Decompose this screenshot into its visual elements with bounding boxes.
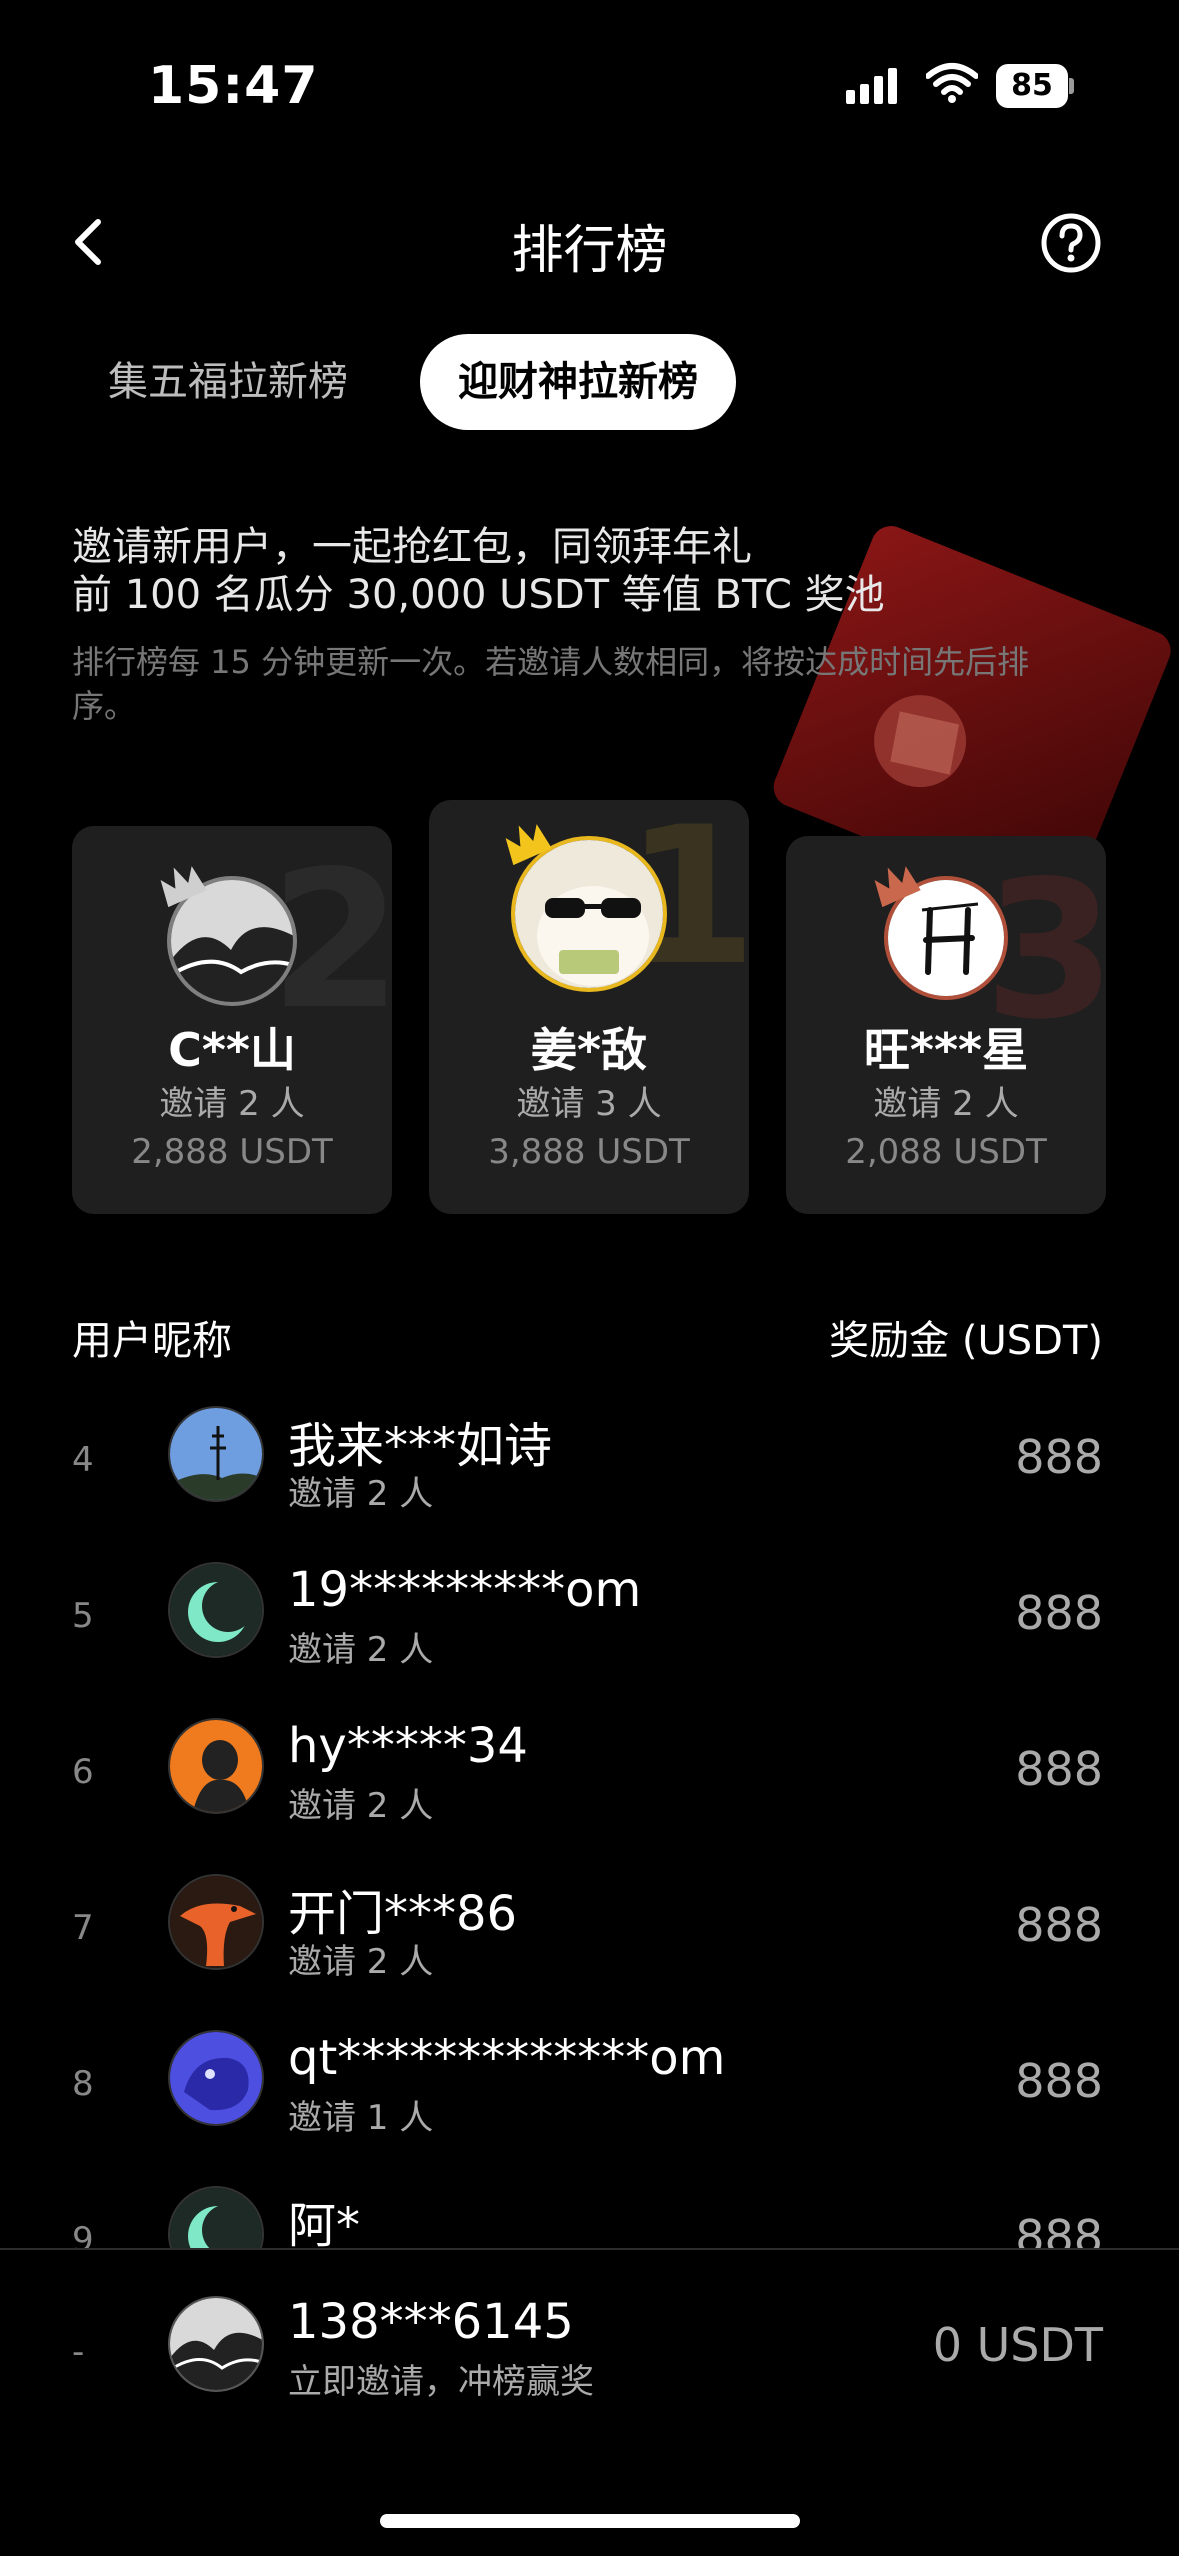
row-rank: 7 [72,1908,94,1948]
avatar [168,1718,264,1814]
status-bar: 15:47 85 [0,0,1179,160]
orange-figure-avatar-image [170,1720,262,1812]
row-name: 阿* [288,2198,361,2250]
crocodile-avatar-image [170,1876,262,1968]
tab-god-of-wealth[interactable]: 迎财神拉新榜 [420,334,736,430]
list-item: 6 hy*****34 邀请 2 人 888 [0,1696,1179,1852]
question-circle-icon[interactable] [1040,212,1102,274]
podium-card-rank-2: 2 C**山 邀请 2 人 2,888 USDT [72,826,392,1214]
row-invite-count: 邀请 2 人 [288,1474,434,1514]
row-invite-count: 邀请 2 人 [288,1786,434,1826]
row-name: 19*********om [288,1562,642,1618]
podium-invite-count: 邀请 2 人 [159,1084,305,1124]
ranking-list[interactable]: 4 我来***如诗 邀请 2 人 888 5 19*********om 邀请 … [0,1384,1179,2250]
tab-five-blessings[interactable]: 集五福拉新榜 [72,334,386,430]
battery-level: 85 [996,64,1068,108]
row-rank: 4 [72,1440,94,1480]
row-rank: 9 [72,2220,94,2250]
intro-line-2: 前 100 名瓜分 30,000 USDT 等值 BTC 奖池 [72,572,885,618]
status-time: 15:47 [148,56,319,116]
list-item: 7 开门***86 邀请 2 人 888 [0,1852,1179,2008]
list-item: 5 19*********om 邀请 2 人 888 [0,1540,1179,1696]
row-rank: 5 [72,1596,94,1636]
podium-card-rank-1: 1 姜*敌 邀请 3 人 3,888 USDT [429,800,749,1214]
crescent-avatar-image [170,1564,262,1656]
podium-reward: 3,888 USDT [488,1132,690,1172]
list-item: 4 我来***如诗 邀请 2 人 888 [0,1384,1179,1540]
row-name: qt*************om [288,2030,726,2086]
podium-reward: 2,088 USDT [845,1132,1047,1172]
row-amount: 888 [1015,1898,1103,1952]
column-header-reward: 奖励金 (USDT) [829,1318,1103,1364]
invite-prompt[interactable]: 立即邀请，冲榜赢奖 [288,2354,594,2403]
crescent-avatar-image [170,2188,262,2250]
row-name: hy*****34 [288,1718,528,1774]
row-amount: 888 [1015,1430,1103,1484]
podium-reward: 2,888 USDT [131,1132,333,1172]
list-item: 9 阿* 888 [0,2164,1179,2250]
my-name: 138***6145 [288,2294,574,2350]
battery-tip [1069,78,1074,94]
podium-card-rank-3: 3 旺***星 邀请 2 人 2,088 USDT [786,836,1106,1214]
podium-invite-count: 邀请 2 人 [873,1084,1019,1124]
avatar [168,2296,264,2392]
row-amount: 888 [1015,1742,1103,1796]
my-amount: 0 USDT [932,2318,1103,2372]
row-invite-count: 邀请 2 人 [288,1630,434,1670]
podium-invite-count: 邀请 3 人 [516,1084,662,1124]
row-rank: 6 [72,1752,94,1792]
avatar [168,1406,264,1502]
intro-note: 排行榜每 15 分钟更新一次。若邀请人数相同，将按达成时间先后排序。 [72,643,1030,725]
cellular-signal-icon [846,68,897,104]
home-indicator[interactable] [380,2514,800,2528]
avatar [168,1562,264,1658]
podium-name: 旺***星 [863,1023,1029,1077]
my-rank: - [72,2332,85,2372]
row-amount: 888 [1015,2054,1103,2108]
row-amount: 888 [1015,2210,1103,2250]
row-invite-count: 邀请 2 人 [288,1942,434,1982]
page-title: 排行榜 [511,221,668,281]
blue-creature-avatar-image [170,2032,262,2124]
my-ranking-bar[interactable]: - 138***6145 立即邀请，冲榜赢奖 0 USDT [0,2250,1179,2450]
wave-avatar-image [170,2298,262,2390]
list-item: 8 qt*************om 邀请 1 人 888 [0,2008,1179,2164]
podium-name: 姜*敌 [530,1023,648,1077]
sky-tower-avatar-image [170,1408,262,1500]
battery-indicator: 85 [996,64,1074,108]
row-rank: 8 [72,2064,94,2104]
avatar [168,2186,264,2250]
wifi-icon [926,63,978,103]
podium-name: C**山 [168,1023,296,1077]
row-amount: 888 [1015,1586,1103,1640]
avatar [168,1874,264,1970]
column-header-nickname: 用户昵称 [72,1318,232,1364]
row-invite-count: 邀请 1 人 [288,2098,434,2138]
avatar [168,2030,264,2126]
